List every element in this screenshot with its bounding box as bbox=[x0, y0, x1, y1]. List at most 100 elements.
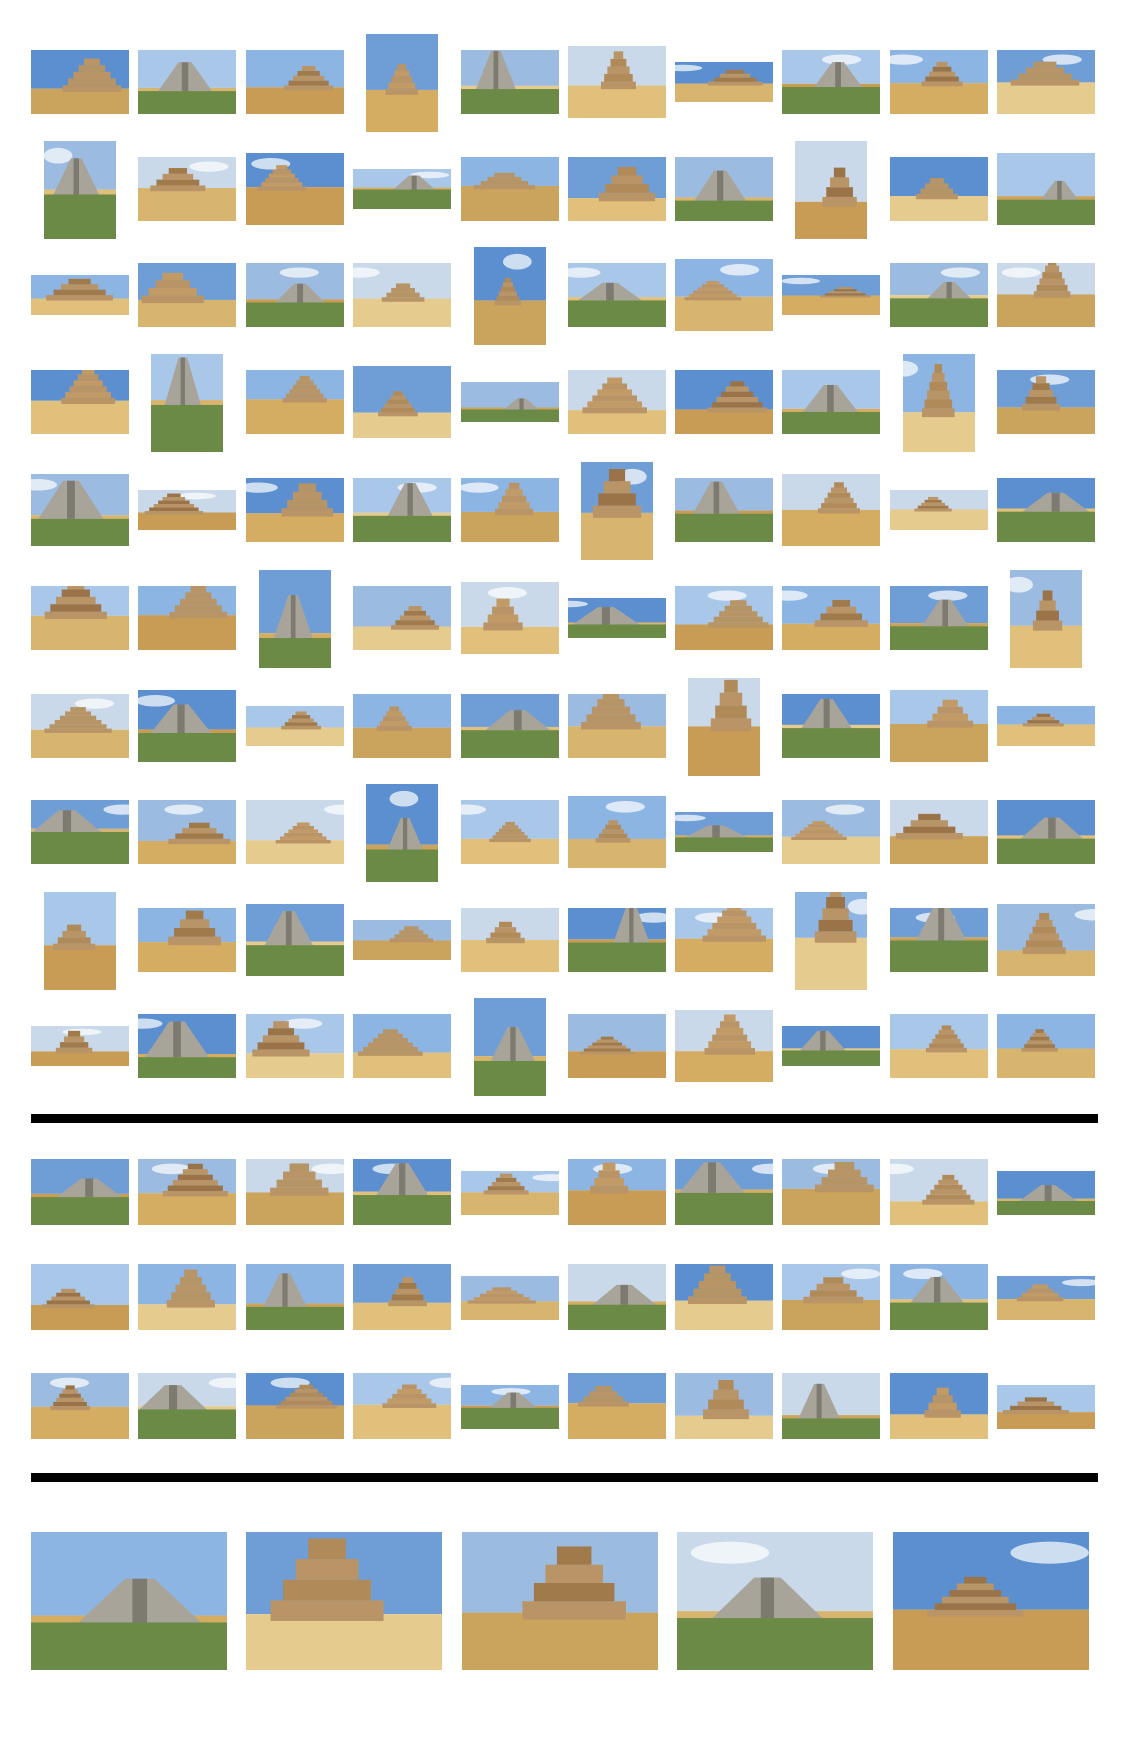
database-thumbnail[interactable] bbox=[997, 370, 1095, 434]
database-thumbnail[interactable] bbox=[31, 800, 129, 864]
database-thumbnail[interactable] bbox=[44, 141, 116, 239]
retrieved-thumbnail[interactable] bbox=[675, 1159, 773, 1225]
database-thumbnail[interactable] bbox=[890, 157, 988, 221]
retrieved-thumbnail[interactable] bbox=[675, 1264, 773, 1330]
database-thumbnail[interactable] bbox=[997, 706, 1095, 746]
database-thumbnail[interactable] bbox=[353, 169, 451, 209]
database-thumbnail[interactable] bbox=[138, 157, 236, 221]
database-thumbnail[interactable] bbox=[138, 690, 236, 762]
database-thumbnail[interactable] bbox=[474, 247, 546, 345]
retrieved-thumbnail[interactable] bbox=[138, 1373, 236, 1439]
database-thumbnail[interactable] bbox=[138, 50, 236, 114]
database-thumbnail[interactable] bbox=[461, 800, 559, 864]
retrieved-thumbnail[interactable] bbox=[782, 1373, 880, 1439]
database-thumbnail[interactable] bbox=[795, 892, 867, 990]
top-result-thumbnail[interactable] bbox=[246, 1532, 442, 1670]
database-thumbnail[interactable] bbox=[353, 1014, 451, 1078]
database-thumbnail[interactable] bbox=[675, 908, 773, 972]
database-thumbnail[interactable] bbox=[997, 50, 1095, 114]
top-result-thumbnail[interactable] bbox=[31, 1532, 227, 1670]
retrieved-thumbnail[interactable] bbox=[353, 1159, 451, 1225]
retrieved-thumbnail[interactable] bbox=[353, 1264, 451, 1330]
top-result-thumbnail[interactable] bbox=[893, 1532, 1089, 1670]
database-thumbnail[interactable] bbox=[890, 490, 988, 530]
retrieved-thumbnail[interactable] bbox=[568, 1159, 666, 1225]
database-thumbnail[interactable] bbox=[246, 706, 344, 746]
retrieved-thumbnail[interactable] bbox=[31, 1373, 129, 1439]
top-result-thumbnail[interactable] bbox=[462, 1532, 658, 1670]
retrieved-thumbnail[interactable] bbox=[675, 1373, 773, 1439]
retrieved-thumbnail[interactable] bbox=[782, 1159, 880, 1225]
database-thumbnail[interactable] bbox=[461, 50, 559, 114]
database-thumbnail[interactable] bbox=[246, 478, 344, 542]
database-thumbnail[interactable] bbox=[138, 800, 236, 864]
database-thumbnail[interactable] bbox=[890, 690, 988, 762]
retrieved-thumbnail[interactable] bbox=[246, 1264, 344, 1330]
database-thumbnail[interactable] bbox=[246, 263, 344, 327]
database-thumbnail[interactable] bbox=[1010, 570, 1082, 668]
database-thumbnail[interactable] bbox=[138, 490, 236, 530]
retrieved-thumbnail[interactable] bbox=[461, 1276, 559, 1320]
database-thumbnail[interactable] bbox=[568, 908, 666, 972]
database-thumbnail[interactable] bbox=[997, 263, 1095, 327]
database-thumbnail[interactable] bbox=[675, 157, 773, 221]
database-thumbnail[interactable] bbox=[581, 462, 653, 560]
database-thumbnail[interactable] bbox=[675, 259, 773, 331]
database-thumbnail[interactable] bbox=[675, 812, 773, 852]
top-result-thumbnail[interactable] bbox=[677, 1532, 873, 1670]
database-thumbnail[interactable] bbox=[903, 354, 975, 452]
retrieved-thumbnail[interactable] bbox=[138, 1159, 236, 1225]
retrieved-thumbnail[interactable] bbox=[246, 1159, 344, 1225]
database-thumbnail[interactable] bbox=[44, 892, 116, 990]
database-thumbnail[interactable] bbox=[795, 141, 867, 239]
database-thumbnail[interactable] bbox=[461, 157, 559, 221]
database-thumbnail[interactable] bbox=[246, 1014, 344, 1078]
retrieved-thumbnail[interactable] bbox=[890, 1373, 988, 1439]
database-thumbnail[interactable] bbox=[151, 354, 223, 452]
retrieved-thumbnail[interactable] bbox=[568, 1264, 666, 1330]
retrieved-thumbnail[interactable] bbox=[31, 1159, 129, 1225]
retrieved-thumbnail[interactable] bbox=[461, 1171, 559, 1215]
database-thumbnail[interactable] bbox=[688, 678, 760, 776]
database-thumbnail[interactable] bbox=[474, 998, 546, 1096]
database-thumbnail[interactable] bbox=[366, 34, 438, 132]
database-thumbnail[interactable] bbox=[31, 275, 129, 315]
database-thumbnail[interactable] bbox=[782, 1026, 880, 1066]
database-thumbnail[interactable] bbox=[675, 586, 773, 650]
database-thumbnail[interactable] bbox=[568, 370, 666, 434]
database-thumbnail[interactable] bbox=[782, 370, 880, 434]
database-thumbnail[interactable] bbox=[997, 800, 1095, 864]
database-thumbnail[interactable] bbox=[568, 1014, 666, 1078]
database-thumbnail[interactable] bbox=[461, 694, 559, 758]
database-thumbnail[interactable] bbox=[246, 800, 344, 864]
retrieved-thumbnail[interactable] bbox=[782, 1264, 880, 1330]
database-thumbnail[interactable] bbox=[568, 796, 666, 868]
database-thumbnail[interactable] bbox=[675, 370, 773, 434]
database-thumbnail[interactable] bbox=[138, 586, 236, 650]
database-thumbnail[interactable] bbox=[461, 582, 559, 654]
retrieved-thumbnail[interactable] bbox=[246, 1373, 344, 1439]
database-thumbnail[interactable] bbox=[782, 586, 880, 650]
database-thumbnail[interactable] bbox=[353, 920, 451, 960]
database-thumbnail[interactable] bbox=[997, 153, 1095, 225]
database-thumbnail[interactable] bbox=[461, 382, 559, 422]
database-thumbnail[interactable] bbox=[890, 50, 988, 114]
retrieved-thumbnail[interactable] bbox=[997, 1385, 1095, 1429]
database-thumbnail[interactable] bbox=[782, 275, 880, 315]
database-thumbnail[interactable] bbox=[675, 62, 773, 102]
database-thumbnail[interactable] bbox=[31, 50, 129, 114]
database-thumbnail[interactable] bbox=[246, 370, 344, 434]
database-thumbnail[interactable] bbox=[997, 904, 1095, 976]
retrieved-thumbnail[interactable] bbox=[890, 1264, 988, 1330]
retrieved-thumbnail[interactable] bbox=[997, 1276, 1095, 1320]
database-thumbnail[interactable] bbox=[782, 50, 880, 114]
database-thumbnail[interactable] bbox=[31, 694, 129, 758]
database-thumbnail[interactable] bbox=[461, 908, 559, 972]
database-thumbnail[interactable] bbox=[890, 586, 988, 650]
database-thumbnail[interactable] bbox=[31, 370, 129, 434]
database-thumbnail[interactable] bbox=[461, 478, 559, 542]
database-thumbnail[interactable] bbox=[31, 586, 129, 650]
database-thumbnail[interactable] bbox=[675, 1010, 773, 1082]
database-thumbnail[interactable] bbox=[782, 474, 880, 546]
database-thumbnail[interactable] bbox=[782, 800, 880, 864]
